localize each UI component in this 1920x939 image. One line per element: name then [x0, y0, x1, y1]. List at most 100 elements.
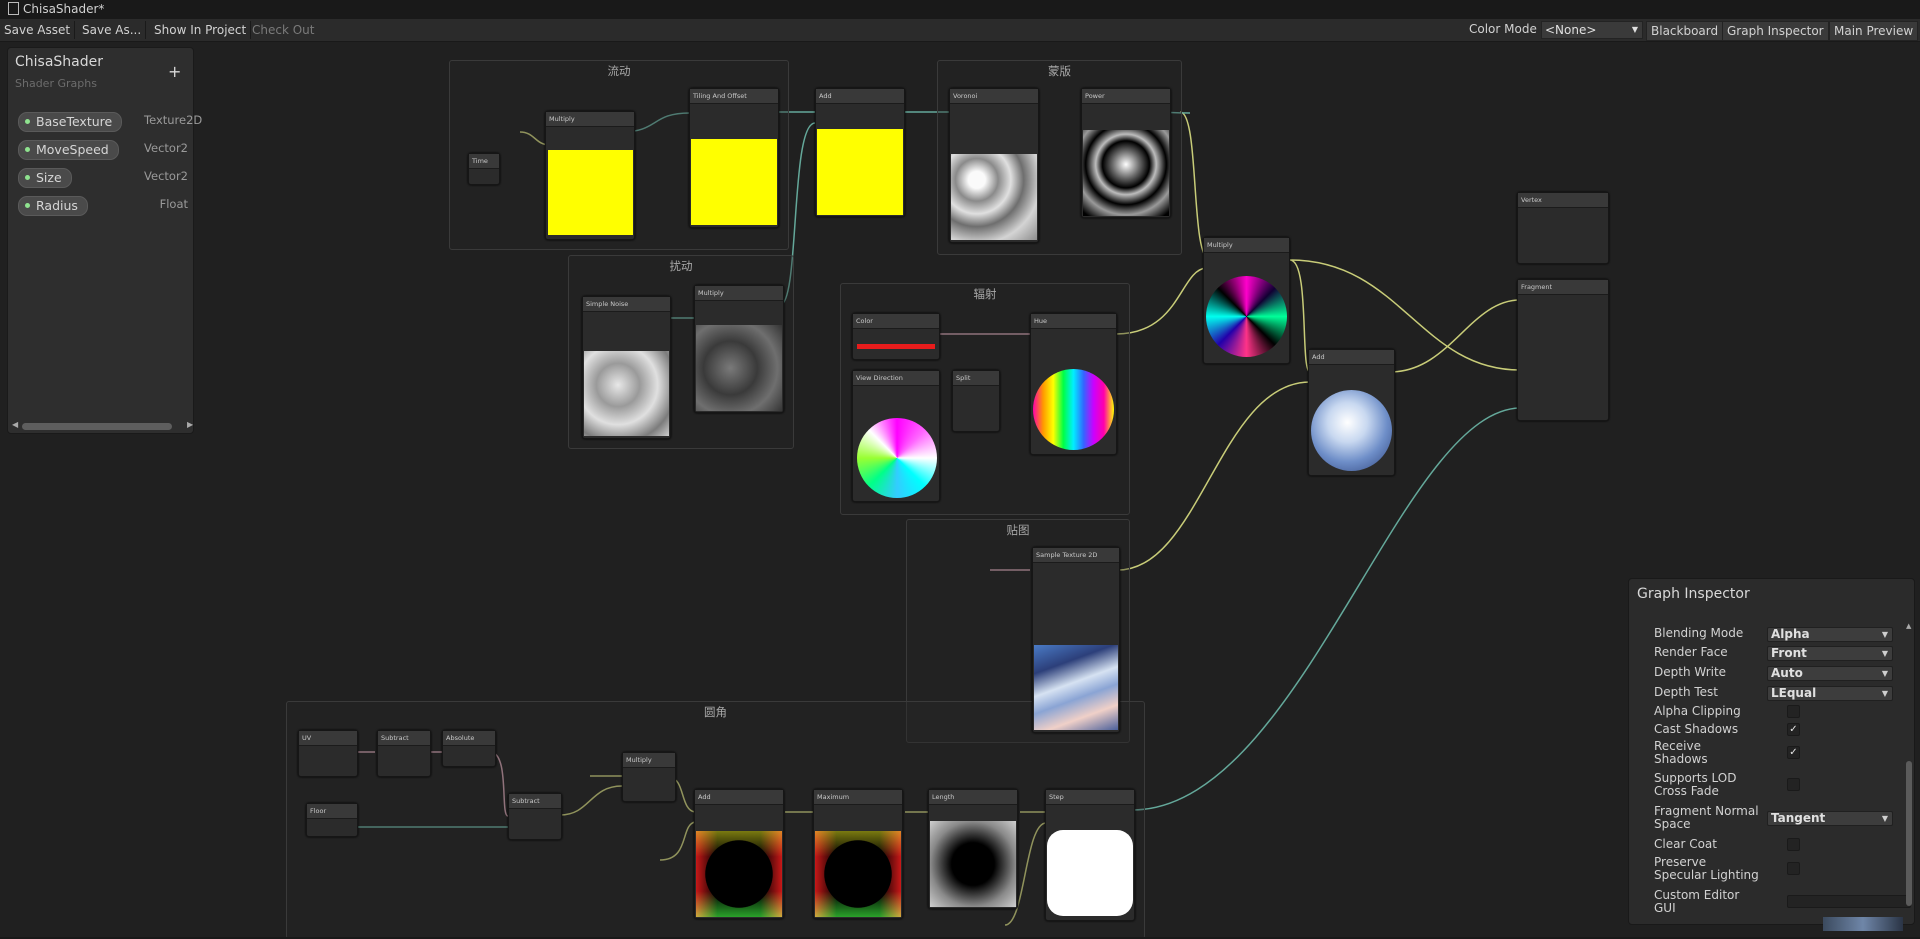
clear-coat-checkbox[interactable] — [1787, 838, 1800, 851]
node-absolute[interactable]: Absolute — [442, 730, 496, 767]
node-sample-texture[interactable]: Sample Texture 2D — [1032, 547, 1120, 733]
chevron-down-icon: ▼ — [1881, 669, 1888, 678]
node-preview — [584, 351, 669, 436]
depth-test-dropdown[interactable]: LEqual ▼ — [1767, 686, 1893, 701]
node-length[interactable]: Length — [928, 789, 1018, 909]
scrollbar-thumb[interactable] — [1906, 761, 1912, 906]
blackboard-scrollbar[interactable]: ◀ ▶ — [12, 420, 193, 430]
node-voronoi[interactable]: Voronoi — [949, 88, 1039, 243]
node-preview — [548, 150, 633, 235]
receive-shadows-checkbox[interactable]: ✓ — [1787, 746, 1800, 759]
property-pill[interactable]: BaseTexture — [18, 112, 123, 132]
scroll-right-icon[interactable]: ▶ — [187, 420, 193, 429]
node-step[interactable]: Step — [1045, 789, 1135, 921]
node-title: Step — [1046, 790, 1134, 805]
setting-label: Blending Mode — [1654, 626, 1744, 640]
color-swatch[interactable] — [857, 344, 935, 349]
wire — [1117, 381, 1311, 571]
node-multiply-disturb[interactable]: Multiply — [694, 285, 784, 413]
node-title: Add — [695, 790, 783, 805]
node-title: Add — [1309, 350, 1394, 365]
node-split[interactable]: Split — [952, 370, 1000, 432]
node-add-flow[interactable]: Add — [815, 88, 905, 217]
setting-label: Render Face — [1654, 645, 1728, 659]
chevron-down-icon: ▼ — [1881, 689, 1888, 698]
fragment-normal-space-dropdown[interactable]: Tangent ▼ — [1767, 811, 1893, 826]
setting-label: Fragment Normal Space — [1654, 804, 1759, 831]
inspector-title: Graph Inspector — [1637, 586, 1750, 602]
connected-dot-icon — [25, 175, 30, 180]
dropdown-value: Auto — [1771, 666, 1803, 680]
node-floor[interactable]: Floor — [306, 803, 358, 837]
node-title: Absolute — [443, 731, 495, 746]
checkmark-icon: ✓ — [1789, 747, 1798, 758]
cast-shadows-checkbox[interactable]: ✓ — [1787, 723, 1800, 736]
fragment-block[interactable]: Fragment — [1517, 279, 1609, 421]
node-title: Fragment — [1518, 280, 1608, 295]
vertex-block[interactable]: Vertex — [1517, 192, 1609, 264]
dropdown-value: LEqual — [1771, 686, 1817, 700]
node-hue[interactable]: Hue — [1030, 313, 1117, 455]
property-pill[interactable]: Size — [18, 168, 72, 188]
node-title: Maximum — [814, 790, 902, 805]
depth-write-dropdown[interactable]: Auto ▼ — [1767, 666, 1893, 681]
scroll-left-icon[interactable]: ◀ — [12, 420, 18, 429]
node-title: Voronoi — [950, 89, 1038, 104]
property-pill[interactable]: MoveSpeed — [18, 140, 119, 160]
node-subtract-1[interactable]: Subtract — [377, 730, 431, 777]
node-power[interactable]: Power — [1081, 88, 1171, 218]
node-tiling-offset[interactable]: Tiling And Offset — [689, 88, 779, 228]
node-title: Subtract — [378, 731, 430, 746]
setting-label: Alpha Clipping — [1654, 704, 1741, 718]
preserve-specular-checkbox[interactable] — [1787, 862, 1800, 875]
scroll-up-icon[interactable]: ▲ — [1906, 622, 1911, 630]
add-property-button[interactable]: + — [168, 62, 181, 81]
scrollbar-thumb[interactable] — [22, 423, 172, 430]
property-type: Vector2 — [144, 169, 188, 183]
node-preview — [1311, 390, 1392, 471]
node-simple-noise[interactable]: Simple Noise — [582, 296, 671, 439]
property-name: Size — [36, 170, 62, 185]
inspector-scrollbar[interactable]: ▲ — [1906, 622, 1912, 916]
graph-inspector-panel: Graph Inspector Blending Mode Alpha ▼ Ren… — [1628, 578, 1915, 925]
node-time[interactable]: Time — [468, 153, 500, 185]
node-title: Multiply — [623, 753, 675, 768]
node-add-mid[interactable]: Add — [1308, 349, 1395, 476]
node-subtract-2[interactable]: Subtract — [508, 793, 562, 840]
setting-label: Preserve Specular Lighting — [1654, 855, 1759, 882]
node-preview — [815, 831, 901, 917]
node-title: Multiply — [546, 112, 634, 127]
lod-cross-fade-checkbox[interactable] — [1787, 778, 1800, 791]
setting-label: Clear Coat — [1654, 837, 1717, 851]
custom-editor-gui-field[interactable] — [1787, 895, 1911, 908]
render-face-dropdown[interactable]: Front ▼ — [1767, 646, 1893, 661]
node-preview — [1206, 276, 1287, 357]
node-multiply-mid[interactable]: Multiply — [1203, 237, 1290, 364]
blending-mode-dropdown[interactable]: Alpha ▼ — [1767, 627, 1893, 642]
node-multiply-flow[interactable]: Multiply — [545, 111, 635, 240]
alpha-clipping-checkbox[interactable] — [1787, 705, 1800, 718]
node-maximum[interactable]: Maximum — [813, 789, 903, 919]
property-pill[interactable]: Radius — [18, 196, 88, 216]
node-preview — [1083, 130, 1169, 216]
node-view-direction[interactable]: View Direction — [852, 370, 940, 502]
wire — [1289, 259, 1311, 373]
node-color[interactable]: Color — [852, 313, 940, 360]
blackboard-panel: ChisaShader Shader Graphs + BaseTexture … — [7, 47, 202, 434]
dropdown-value: Alpha — [1771, 627, 1810, 641]
chevron-down-icon: ▼ — [1881, 649, 1888, 658]
node-preview — [1047, 830, 1133, 916]
node-uv[interactable]: UV — [298, 730, 358, 777]
node-multiply-round[interactable]: Multiply — [622, 752, 676, 802]
node-title: Simple Noise — [583, 297, 670, 312]
node-title: Tiling And Offset — [690, 89, 778, 104]
node-add-round[interactable]: Add — [694, 789, 784, 919]
node-preview — [1033, 369, 1114, 450]
node-preview — [696, 831, 782, 917]
property-type: Vector2 — [144, 141, 188, 155]
node-preview — [930, 821, 1016, 907]
node-title: Add — [816, 89, 904, 104]
node-preview — [696, 325, 782, 411]
node-title: Vertex — [1518, 193, 1608, 208]
property-name: Radius — [36, 198, 78, 213]
